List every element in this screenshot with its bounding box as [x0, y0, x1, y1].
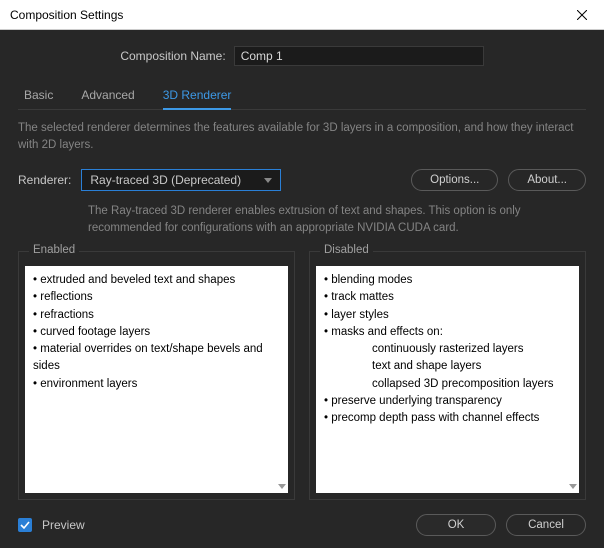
dialog-footer: Preview OK Cancel — [18, 514, 586, 536]
disabled-listbox[interactable]: blending modes track mattes layer styles… — [316, 266, 579, 493]
tab-3d-renderer[interactable]: 3D Renderer — [163, 82, 232, 110]
comp-name-row: Composition Name: — [18, 46, 586, 66]
list-item: masks and effects on: — [324, 324, 571, 341]
ok-button[interactable]: OK — [416, 514, 496, 536]
feature-panels: Enabled extruded and beveled text and sh… — [18, 251, 586, 500]
list-subitem: continuously rasterized layers — [324, 341, 571, 358]
disabled-panel: Disabled blending modes track mattes lay… — [309, 251, 586, 500]
tab-basic[interactable]: Basic — [24, 82, 53, 109]
list-subitem: text and shape layers — [324, 358, 571, 375]
list-subitem: collapsed 3D precomposition layers — [324, 376, 571, 393]
list-item: curved footage layers — [33, 324, 280, 341]
renderer-row: Renderer: Ray-traced 3D (Deprecated) Opt… — [18, 169, 586, 191]
close-icon — [577, 10, 587, 20]
list-item: material overrides on text/shape bevels … — [33, 341, 280, 376]
dialog-body: Composition Name: Basic Advanced 3D Rend… — [0, 30, 604, 548]
list-item: precomp depth pass with channel effects — [324, 410, 571, 427]
comp-name-label: Composition Name: — [120, 49, 225, 63]
close-button[interactable] — [560, 0, 604, 30]
list-item: blending modes — [324, 272, 571, 289]
list-item: preserve underlying transparency — [324, 393, 571, 410]
renderer-select-value: Ray-traced 3D (Deprecated) — [90, 173, 241, 187]
list-item: extruded and beveled text and shapes — [33, 272, 280, 289]
tab-description: The selected renderer determines the fea… — [18, 120, 586, 155]
enabled-listbox[interactable]: extruded and beveled text and shapes ref… — [25, 266, 288, 493]
preview-label: Preview — [42, 518, 85, 532]
chevron-down-icon — [278, 484, 286, 489]
disabled-title: Disabled — [320, 244, 373, 256]
chevron-down-icon — [569, 484, 577, 489]
list-item: environment layers — [33, 376, 280, 393]
check-icon — [20, 520, 30, 530]
comp-name-input[interactable] — [234, 46, 484, 66]
list-item: layer styles — [324, 307, 571, 324]
renderer-select[interactable]: Ray-traced 3D (Deprecated) — [81, 169, 281, 191]
renderer-description: The Ray-traced 3D renderer enables extru… — [88, 203, 528, 238]
titlebar-text: Composition Settings — [10, 8, 123, 22]
list-item: track mattes — [324, 289, 571, 306]
list-item: reflections — [33, 289, 280, 306]
options-button[interactable]: Options... — [411, 169, 498, 191]
renderer-label: Renderer: — [18, 173, 71, 187]
tabs: Basic Advanced 3D Renderer — [18, 82, 586, 110]
about-button[interactable]: About... — [508, 169, 586, 191]
titlebar: Composition Settings — [0, 0, 604, 30]
tab-advanced[interactable]: Advanced — [81, 82, 134, 109]
enabled-title: Enabled — [29, 244, 79, 256]
enabled-panel: Enabled extruded and beveled text and sh… — [18, 251, 295, 500]
composition-settings-dialog: Composition Settings Composition Name: B… — [0, 0, 604, 548]
cancel-button[interactable]: Cancel — [506, 514, 586, 536]
list-item: refractions — [33, 307, 280, 324]
preview-checkbox[interactable] — [18, 518, 32, 532]
